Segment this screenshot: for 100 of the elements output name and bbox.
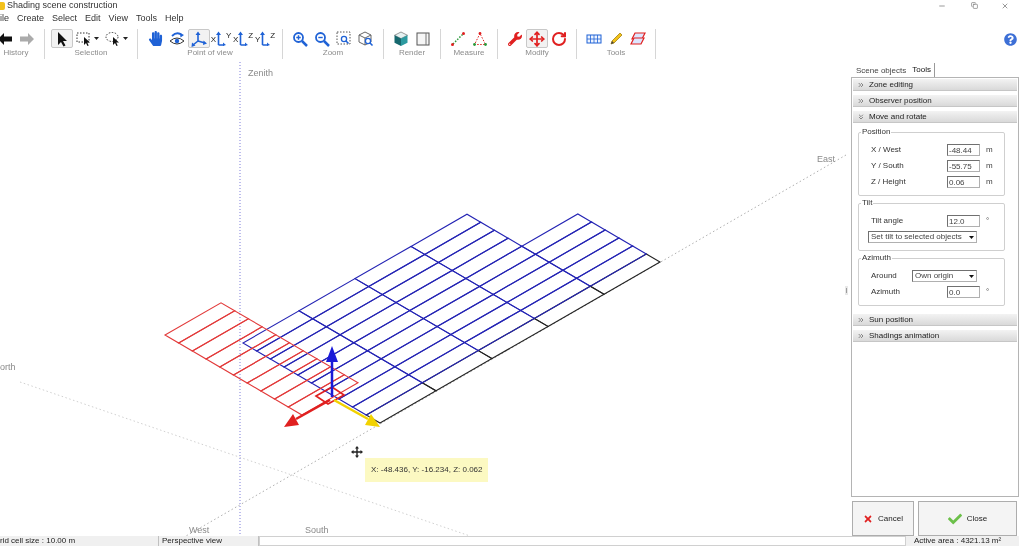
double-chevron-right-icon xyxy=(857,96,865,105)
unit-label: m xyxy=(986,177,993,187)
status-text: Perspective view xyxy=(161,536,224,546)
unit-label: ° xyxy=(986,216,990,226)
axis-label: West xyxy=(189,525,210,536)
right-arrow-icon xyxy=(19,30,35,47)
caret-icon xyxy=(969,274,974,278)
lasso-cursor-icon xyxy=(105,30,121,47)
number-field[interactable]: 12.0 xyxy=(947,215,980,227)
group-label: Selection xyxy=(74,48,108,58)
dotted-line-icon xyxy=(450,30,466,47)
wrench-icon xyxy=(508,31,522,46)
field-label: Around xyxy=(870,271,898,281)
group-label: History xyxy=(3,48,29,58)
gizmo-left-arrow[interactable] xyxy=(284,398,331,427)
group-label: Measure xyxy=(453,48,485,58)
dashed-rectangle-cursor-icon xyxy=(76,30,92,47)
caret-icon xyxy=(123,37,128,40)
menu-item[interactable]: View xyxy=(108,13,128,24)
cancel-button[interactable]: Cancel xyxy=(852,501,914,536)
axes-corner-icon xyxy=(260,31,271,46)
window-title: Shading scene construction xyxy=(7,0,118,11)
help-icon xyxy=(1004,33,1017,46)
double-chevron-right-icon xyxy=(857,80,865,89)
axis-label: East xyxy=(817,154,835,165)
close-icon xyxy=(1001,1,1009,10)
menu-item[interactable]: Create xyxy=(17,13,45,24)
zoom-window-icon xyxy=(336,30,352,47)
group-label: Zoom xyxy=(322,48,344,58)
gizmo-right-arrow[interactable] xyxy=(333,398,380,427)
select-button[interactable] xyxy=(51,29,73,48)
splitter-grip-icon[interactable] xyxy=(845,286,848,295)
plane-view-button[interactable]: X Y xyxy=(210,29,232,48)
stacked-frames-icon xyxy=(630,30,646,47)
three-axes-icon xyxy=(191,30,207,47)
menu-item[interactable]: Help xyxy=(164,13,184,24)
caret-icon xyxy=(94,37,99,40)
section-header[interactable]: Move and rotate xyxy=(853,111,1017,123)
section-header[interactable]: Zone editing xyxy=(853,79,1017,91)
cube-magnifier-icon xyxy=(358,30,374,47)
number-field[interactable]: -55.75 xyxy=(947,160,980,172)
pencil-icon xyxy=(608,30,624,47)
double-chevron-right-icon xyxy=(857,315,865,324)
caret-icon xyxy=(969,235,974,239)
number-field[interactable]: 0.06 xyxy=(947,176,980,188)
rotate-arrow-icon xyxy=(551,30,567,47)
section-header[interactable]: Sun position xyxy=(853,314,1017,326)
lasso-select-button[interactable] xyxy=(102,29,131,48)
group-label: Render xyxy=(398,48,426,58)
menu-item[interactable]: Edit xyxy=(85,13,101,24)
zoom-out-icon xyxy=(314,30,330,47)
hand-icon xyxy=(147,31,163,46)
perspective-view-button[interactable] xyxy=(188,29,210,48)
layers-button[interactable] xyxy=(627,29,649,48)
solid-cube-icon xyxy=(393,30,409,47)
move-cursor-icon xyxy=(351,446,363,458)
help-button[interactable] xyxy=(1004,33,1017,46)
field-label: X / West xyxy=(870,145,903,155)
axis-label: South xyxy=(305,525,329,536)
close-button[interactable]: Close xyxy=(918,501,1017,536)
section-header[interactable]: Observer position xyxy=(853,95,1017,107)
selected-panel-array-drawing[interactable] xyxy=(163,302,360,416)
panel-array-drawing[interactable] xyxy=(241,213,662,424)
coordinates-tooltip: X: -48.436, Y: -16.234, Z: 0.062 xyxy=(365,458,489,482)
double-chevron-right-icon xyxy=(857,331,865,340)
gizmo-up-arrow[interactable] xyxy=(326,346,338,397)
axes-corner-icon xyxy=(238,31,249,46)
group-label: Modify xyxy=(525,48,549,58)
group-title: Azimuth xyxy=(861,253,892,263)
move-button[interactable] xyxy=(526,29,548,48)
axis-label: Zenith xyxy=(248,68,273,79)
unit-label: m xyxy=(986,145,993,155)
plane-view-button[interactable]: X Z xyxy=(232,29,254,48)
number-field[interactable]: -48.44 xyxy=(947,144,980,156)
restore-icon xyxy=(971,2,978,9)
zoom-in-icon xyxy=(292,30,308,47)
field-label: Z / Height xyxy=(870,177,907,187)
app-icon xyxy=(0,1,5,10)
dropdown[interactable]: Own origin xyxy=(912,270,977,282)
axis-label: orth xyxy=(0,362,16,373)
rectangle-select-button[interactable] xyxy=(73,29,102,48)
field-label: Azimuth xyxy=(870,287,901,297)
panel-tab[interactable]: Tools xyxy=(909,63,935,77)
box-outline-icon xyxy=(415,30,431,47)
scene-viewport[interactable]: Zenith East orth West South X: -48.436, Y: -16.234, Z: 0.062 xyxy=(0,62,848,536)
plane-view-button[interactable]: Y Z xyxy=(254,29,276,48)
menu-item[interactable]: Select xyxy=(52,13,78,24)
x-mark-icon xyxy=(863,513,874,524)
panel-tab[interactable]: Scene objects xyxy=(853,65,910,77)
move-arrows-icon xyxy=(529,30,545,47)
group-label: Point of view xyxy=(187,48,233,58)
double-chevron-down-icon xyxy=(857,112,865,121)
section-header[interactable]: Shadings animation xyxy=(853,330,1017,342)
status-text: rid cell size : 10.00 m xyxy=(0,536,77,546)
menu-item[interactable]: Tools xyxy=(135,13,157,24)
dropdown[interactable]: Set tilt to selected objects xyxy=(868,231,977,243)
menu-item[interactable]: ile xyxy=(0,13,9,24)
number-field[interactable]: 0.0 xyxy=(947,286,980,298)
check-mark-icon xyxy=(947,511,962,526)
group-title: Tilt xyxy=(861,198,874,208)
